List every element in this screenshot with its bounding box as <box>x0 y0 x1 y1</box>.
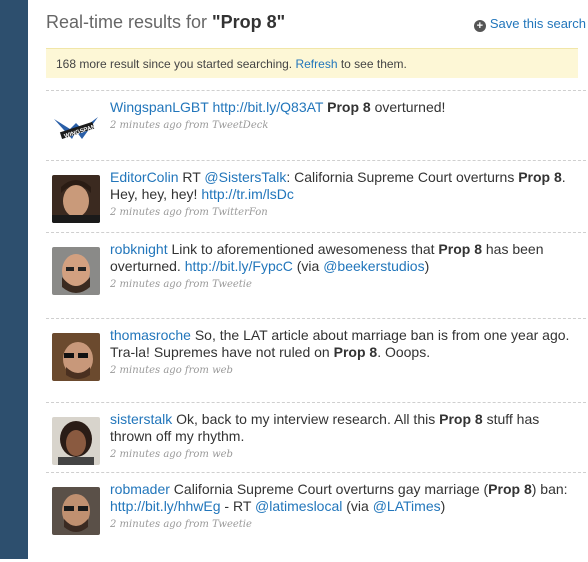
tweet-link[interactable]: http://tr.im/lsDc <box>201 186 294 202</box>
tweet-username[interactable]: sisterstalk <box>110 411 172 427</box>
tweet-link[interactable]: http://bit.ly/hhwEg <box>110 498 221 514</box>
tweet-timestamp: 2 minutes ago from web <box>110 449 233 460</box>
tweet-username[interactable]: EditorColin <box>110 169 178 185</box>
tweet-text: sisterstalk Ok, back to my interview res… <box>110 411 570 461</box>
avatar[interactable] <box>52 333 100 381</box>
search-term-highlight: Prop 8 <box>327 99 371 115</box>
avatar[interactable] <box>52 487 100 535</box>
tweet-text-segment: (via <box>342 498 373 514</box>
tweet-text-segment: RT <box>178 169 205 185</box>
tweet-text-segment: California Supreme Court overturns gay m… <box>169 481 489 497</box>
avatar[interactable] <box>52 175 100 223</box>
tweet-text-segment: - RT <box>220 498 256 514</box>
new-results-notice: 168 more result since you started search… <box>46 48 578 78</box>
tweet-text: robmader California Supreme Court overtu… <box>110 481 570 531</box>
tweet-timestamp: 2 minutes ago from TwitterFon <box>110 207 268 218</box>
page-title: Real-time results for "Prop 8" <box>46 12 286 32</box>
tweet-link[interactable]: http://bit.ly/FypcC <box>185 258 293 274</box>
tweet-timestamp: 2 minutes ago from Tweetie <box>110 519 252 530</box>
search-term-highlight: Prop 8 <box>333 344 378 360</box>
left-rail <box>0 0 28 559</box>
tweet-text-segment: (via <box>292 258 324 274</box>
tweet-timestamp: 2 minutes ago from web <box>110 365 233 376</box>
tweet-text: thomasroche So, the LAT article about ma… <box>110 327 570 377</box>
tweet-link[interactable]: @LATimes <box>373 498 441 514</box>
tweet-item: sisterstalk Ok, back to my interview res… <box>46 402 586 472</box>
tweet-timestamp: 2 minutes ago from Tweetie <box>110 279 252 290</box>
refresh-link[interactable]: Refresh <box>295 57 337 71</box>
tweet-text-segment: . Ooops. <box>377 344 431 360</box>
tweet-username[interactable]: robknight <box>110 241 168 257</box>
avatar[interactable]: WINGSPAN <box>52 105 100 153</box>
tweet-link[interactable]: @latimeslocal <box>255 498 342 514</box>
tweet-username[interactable]: robmader <box>110 481 170 497</box>
tweet-text-segment: ) <box>440 498 446 514</box>
search-results-panel: Real-time results for "Prop 8" + Save thi… <box>28 0 588 559</box>
tweet-link[interactable]: @SistersTalk <box>204 169 286 185</box>
tweet-link[interactable]: @beekerstudios <box>323 258 424 274</box>
tweet-text: robknight Link to aforementioned awesome… <box>110 241 570 291</box>
tweet-item: robknight Link to aforementioned awesome… <box>46 232 586 318</box>
search-term-highlight: Prop 8 <box>438 241 482 257</box>
avatar[interactable] <box>52 247 100 295</box>
tweet-text-segment: ) ban: <box>531 481 568 497</box>
search-term-highlight: Prop 8 <box>518 169 562 185</box>
results-header: Real-time results for "Prop 8" + Save thi… <box>46 12 586 38</box>
tweet-item: WINGSPAN WingspanLGBT http://bit.ly/Q83A… <box>46 90 586 160</box>
tweet-text: WingspanLGBT http://bit.ly/Q83AT Prop 8 … <box>110 99 570 132</box>
tweet-username[interactable]: thomasroche <box>110 327 191 343</box>
tweet-item: robmader California Supreme Court overtu… <box>46 472 586 562</box>
save-search-link[interactable]: + Save this search <box>473 16 586 32</box>
avatar[interactable] <box>52 417 100 465</box>
tweet-text: EditorColin RT @SistersTalk: California … <box>110 169 570 219</box>
search-term-highlight: Prop 8 <box>488 481 532 497</box>
tweet-username[interactable]: WingspanLGBT <box>110 99 209 115</box>
tweet-timestamp: 2 minutes ago from TweetDeck <box>110 120 269 131</box>
plus-circle-icon: + <box>473 20 486 32</box>
tweet-text-segment: overturned! <box>370 99 446 115</box>
search-term-highlight: Prop 8 <box>439 411 483 427</box>
tweet-link[interactable]: http://bit.ly/Q83AT <box>212 99 323 115</box>
tweet-text-segment: : California Supreme Court overturns <box>286 169 519 185</box>
tweet-item: EditorColin RT @SistersTalk: California … <box>46 160 586 232</box>
tweet-text-segment: Link to aforementioned awesomeness that <box>167 241 439 257</box>
tweet-item: thomasroche So, the LAT article about ma… <box>46 318 586 402</box>
tweet-text-segment: ) <box>424 258 430 274</box>
search-query: "Prop 8" <box>212 12 286 32</box>
results-list: WINGSPAN WingspanLGBT http://bit.ly/Q83A… <box>46 90 586 562</box>
tweet-text-segment: Ok, back to my interview research. All t… <box>172 411 440 427</box>
